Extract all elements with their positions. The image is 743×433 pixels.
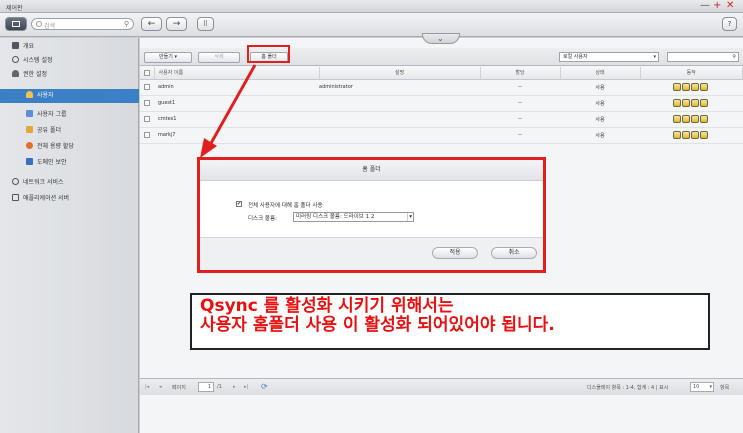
dialog-footer: 적용 취소 (200, 237, 543, 270)
volume-label: 디스크 볼륨: (248, 216, 277, 222)
dialog-body: ✔ 전체 사용자에 대해 홈 폴더 사용 디스크 볼륨: 미러링 디스크 볼륨:… (200, 181, 543, 237)
caption-line-1: Qsync 를 활성화 시키기 위해서는 (200, 296, 454, 316)
chevron-down-icon: ▾ (407, 213, 412, 221)
caption-line-2: 사용자 홈폴더 사용 이 활성화 되어있어야 됩니다. (200, 315, 555, 335)
enable-homefolder-checkbox[interactable]: ✔ (236, 201, 242, 207)
apply-button[interactable]: 적용 (432, 247, 478, 259)
volume-select[interactable]: 미러링 디스크 볼륨: 드라이브 1 2 ▾ (293, 212, 414, 222)
homefolder-dialog: 홈 폴더 ✔ 전체 사용자에 대해 홈 폴더 사용 디스크 볼륨: 미러링 디스… (197, 157, 546, 273)
dialog-title: 홈 폴더 (200, 160, 543, 181)
enable-homefolder-label: 전체 사용자에 대해 홈 폴더 사용 (248, 203, 323, 209)
cancel-button[interactable]: 취소 (491, 247, 537, 259)
annotation-caption: Qsync 를 활성화 시키기 위해서는 사용자 홈폴더 사용 이 활성화 되어… (190, 293, 710, 350)
